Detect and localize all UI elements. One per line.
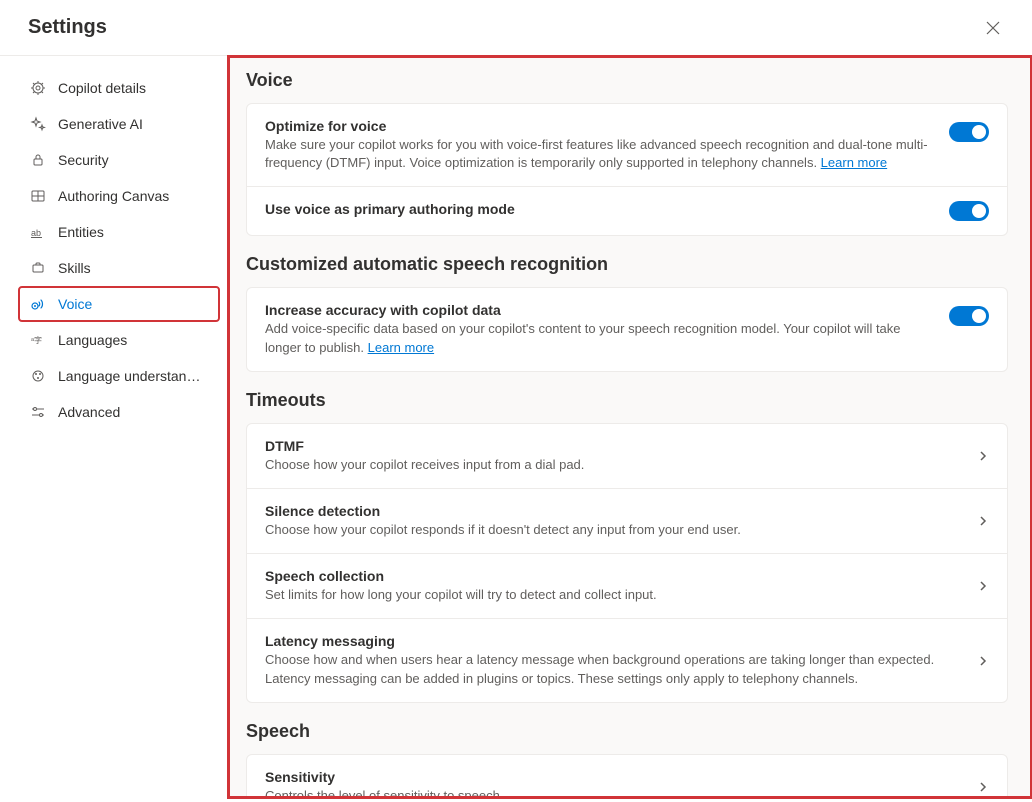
close-icon (986, 21, 1000, 35)
asr-card: Increase accuracy with copilot data Add … (246, 287, 1008, 371)
accuracy-row: Increase accuracy with copilot data Add … (247, 288, 1007, 370)
page-title: Settings (28, 16, 107, 39)
sensitivity-text: Sensitivity Controls the level of sensit… (265, 769, 957, 798)
sidebar: Copilot details Generative AI Security A… (0, 56, 228, 798)
optimize-desc: Make sure your copilot works for you wit… (265, 136, 929, 172)
sidebar-item-voice[interactable]: Voice (18, 286, 220, 322)
speech-collection-row[interactable]: Speech collection Set limits for how lon… (247, 553, 1007, 618)
silence-row[interactable]: Silence detection Choose how your copilo… (247, 488, 1007, 553)
sensitivity-desc: Controls the level of sensitivity to spe… (265, 787, 957, 798)
sidebar-item-label: Advanced (58, 404, 120, 420)
lock-icon (30, 152, 46, 168)
accuracy-learn-more-link[interactable]: Learn more (368, 340, 434, 355)
close-button[interactable] (982, 17, 1004, 39)
settings-header: Settings (0, 0, 1032, 56)
sidebar-item-entities[interactable]: ab Entities (18, 214, 220, 250)
sidebar-item-label: Copilot details (58, 80, 146, 96)
timeouts-card: DTMF Choose how your copilot receives in… (246, 423, 1008, 703)
speechcol-text: Speech collection Set limits for how lon… (265, 568, 957, 604)
accuracy-toggle[interactable] (949, 306, 989, 326)
section-title-asr: Customized automatic speech recognition (246, 254, 1008, 275)
primary-title: Use voice as primary authoring mode (265, 201, 929, 217)
brain-icon (30, 368, 46, 384)
sidebar-item-copilot-details[interactable]: Copilot details (18, 70, 220, 106)
canvas-icon (30, 188, 46, 204)
speechcol-title: Speech collection (265, 568, 957, 584)
sidebar-item-generative-ai[interactable]: Generative AI (18, 106, 220, 142)
sliders-icon (30, 404, 46, 420)
primary-text: Use voice as primary authoring mode (265, 201, 929, 219)
section-title-voice: Voice (246, 70, 1008, 91)
sensitivity-title: Sensitivity (265, 769, 957, 785)
sidebar-item-skills[interactable]: Skills (18, 250, 220, 286)
chevron-right-icon (977, 515, 989, 527)
svg-text:ᵃ字: ᵃ字 (31, 335, 42, 345)
sparkle-icon (30, 116, 46, 132)
silence-text: Silence detection Choose how your copilo… (265, 503, 957, 539)
speech-card: Sensitivity Controls the level of sensit… (246, 754, 1008, 798)
languages-icon: ᵃ字 (30, 332, 46, 348)
entities-icon: ab (30, 224, 46, 240)
silence-desc: Choose how your copilot responds if it d… (265, 521, 957, 539)
speechcol-desc: Set limits for how long your copilot wil… (265, 586, 957, 604)
voice-icon (30, 296, 46, 312)
chevron-right-icon (977, 580, 989, 592)
sidebar-item-label: Skills (58, 260, 91, 276)
section-title-speech: Speech (246, 721, 1008, 742)
gear-icon (30, 80, 46, 96)
accuracy-text: Increase accuracy with copilot data Add … (265, 302, 929, 356)
optimize-title: Optimize for voice (265, 118, 929, 134)
sidebar-item-security[interactable]: Security (18, 142, 220, 178)
sidebar-item-label: Authoring Canvas (58, 188, 169, 204)
latency-desc: Choose how and when users hear a latency… (265, 651, 957, 687)
chevron-right-icon (977, 781, 989, 793)
sidebar-item-authoring-canvas[interactable]: Authoring Canvas (18, 178, 220, 214)
dtmf-title: DTMF (265, 438, 957, 454)
optimize-learn-more-link[interactable]: Learn more (821, 155, 887, 170)
sidebar-item-advanced[interactable]: Advanced (18, 394, 220, 430)
sidebar-item-label: Security (58, 152, 109, 168)
latency-title: Latency messaging (265, 633, 957, 649)
sidebar-item-languages[interactable]: ᵃ字 Languages (18, 322, 220, 358)
accuracy-desc: Add voice-specific data based on your co… (265, 320, 929, 356)
sidebar-item-label: Generative AI (58, 116, 143, 132)
silence-title: Silence detection (265, 503, 957, 519)
dtmf-row[interactable]: DTMF Choose how your copilot receives in… (247, 424, 1007, 488)
sidebar-item-label: Voice (58, 296, 92, 312)
main-panel: Voice Optimize for voice Make sure your … (228, 56, 1032, 798)
optimize-for-voice-row: Optimize for voice Make sure your copilo… (247, 104, 1007, 186)
sidebar-item-label: Languages (58, 332, 127, 348)
optimize-text: Optimize for voice Make sure your copilo… (265, 118, 929, 172)
sidebar-item-label: Language understandi… (58, 368, 208, 384)
primary-toggle[interactable] (949, 201, 989, 221)
latency-text: Latency messaging Choose how and when us… (265, 633, 957, 687)
skills-icon (30, 260, 46, 276)
sidebar-item-label: Entities (58, 224, 104, 240)
primary-mode-row: Use voice as primary authoring mode (247, 186, 1007, 235)
accuracy-title: Increase accuracy with copilot data (265, 302, 929, 318)
sensitivity-row[interactable]: Sensitivity Controls the level of sensit… (247, 755, 1007, 798)
chevron-right-icon (977, 450, 989, 462)
dtmf-text: DTMF Choose how your copilot receives in… (265, 438, 957, 474)
chevron-right-icon (977, 655, 989, 667)
sidebar-item-language-understanding[interactable]: Language understandi… (18, 358, 220, 394)
content-area: Copilot details Generative AI Security A… (0, 56, 1032, 798)
optimize-toggle[interactable] (949, 122, 989, 142)
latency-row[interactable]: Latency messaging Choose how and when us… (247, 618, 1007, 701)
svg-text:ab: ab (31, 228, 41, 238)
dtmf-desc: Choose how your copilot receives input f… (265, 456, 957, 474)
voice-card: Optimize for voice Make sure your copilo… (246, 103, 1008, 236)
section-title-timeouts: Timeouts (246, 390, 1008, 411)
